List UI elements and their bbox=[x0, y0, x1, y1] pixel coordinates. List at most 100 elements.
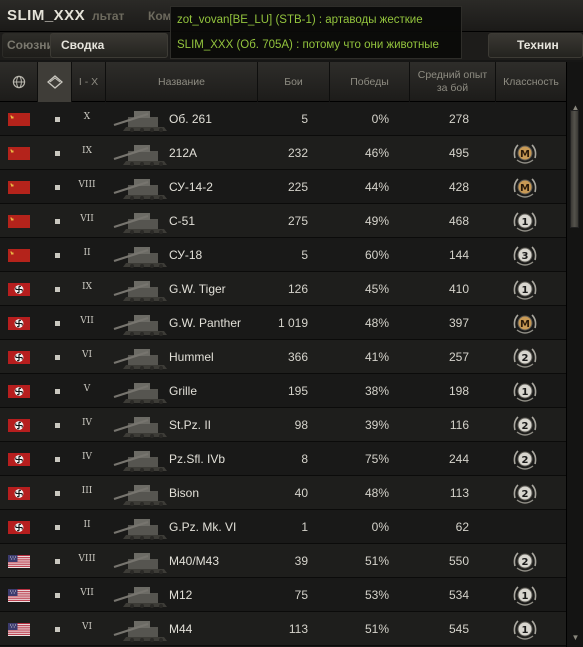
win-rate: 0% bbox=[371, 520, 389, 534]
tab-team-partial[interactable]: Ком bbox=[148, 9, 171, 23]
battles-count: 126 bbox=[287, 282, 308, 296]
win-rate: 60% bbox=[364, 248, 389, 262]
type-filter-button[interactable] bbox=[38, 62, 72, 102]
tier-label: IX bbox=[82, 146, 92, 156]
scroll-down-icon[interactable]: ▼ bbox=[567, 632, 583, 644]
sort-avgxp-header[interactable]: Средний опыт за бой bbox=[410, 62, 496, 102]
win-rate: 39% bbox=[364, 418, 389, 432]
svg-text:M: M bbox=[520, 319, 530, 330]
table-row[interactable]: IX G.W. Tiger 126 45% 410 1 bbox=[0, 272, 566, 306]
battles-count: 5 bbox=[301, 112, 308, 126]
battles-count: 40 bbox=[294, 486, 308, 500]
svg-text:1: 1 bbox=[522, 625, 529, 636]
window-title: SLIM_XXX bbox=[7, 7, 86, 24]
battles-count: 75 bbox=[294, 588, 308, 602]
sort-mastery-header[interactable]: Классность bbox=[496, 62, 566, 102]
avg-xp: 257 bbox=[448, 350, 469, 364]
table-header: I - X Название Бои Победы Средний опыт з… bbox=[0, 62, 566, 102]
avg-xp: 428 bbox=[448, 180, 469, 194]
battles-count: 113 bbox=[288, 622, 308, 636]
vehicle-name: СУ-18 bbox=[169, 248, 203, 262]
tab-results-partial[interactable]: льтат bbox=[92, 9, 124, 23]
spg-class-icon bbox=[55, 559, 60, 564]
vehicle-name: G.W. Tiger bbox=[169, 282, 226, 296]
spg-class-icon bbox=[55, 321, 60, 326]
nation-filter-button[interactable] bbox=[0, 62, 38, 102]
svg-text:2: 2 bbox=[522, 353, 529, 364]
spg-class-icon bbox=[55, 389, 60, 394]
table-row[interactable]: X Об. 261 5 0% 278 bbox=[0, 102, 566, 136]
svg-text:M: M bbox=[520, 183, 530, 194]
vehicle-name: M12 bbox=[169, 588, 193, 602]
chat-message: zot_vovan[BE_LU] (STB-1) : артаводы жест… bbox=[177, 14, 423, 26]
spg-class-icon bbox=[55, 627, 60, 632]
table-row[interactable]: VII G.W. Panther 1 019 48% 397 M bbox=[0, 306, 566, 340]
svg-text:1: 1 bbox=[522, 285, 529, 296]
tier-label: VII bbox=[80, 588, 94, 598]
sort-battles-header[interactable]: Бои bbox=[258, 62, 330, 102]
table-row[interactable]: IX 212A 232 46% 495 M bbox=[0, 136, 566, 170]
avg-xp: 244 bbox=[448, 452, 469, 466]
tier-label: V bbox=[83, 384, 91, 394]
battles-count: 98 bbox=[294, 418, 308, 432]
avg-xp: 468 bbox=[448, 214, 469, 228]
avg-xp: 550 bbox=[448, 554, 469, 568]
tier-label: VI bbox=[81, 350, 93, 360]
win-rate: 46% bbox=[364, 146, 389, 160]
sort-wins-header[interactable]: Победы bbox=[330, 62, 410, 102]
spg-class-icon bbox=[55, 185, 60, 190]
table-row[interactable]: VII С-51 275 49% 468 1 bbox=[0, 204, 566, 238]
svg-text:1: 1 bbox=[522, 591, 529, 602]
vehicle-name: M44 bbox=[169, 622, 193, 636]
avg-xp: 62 bbox=[455, 520, 469, 534]
avg-xp: 495 bbox=[448, 146, 469, 160]
svg-text:2: 2 bbox=[522, 455, 529, 466]
table-row[interactable]: IV St.Pz. II 98 39% 116 2 bbox=[0, 408, 566, 442]
tier-label: IV bbox=[81, 452, 93, 462]
spg-class-icon bbox=[55, 457, 60, 462]
vehicle-class-icon bbox=[46, 75, 63, 89]
scrollbar-thumb[interactable] bbox=[570, 110, 579, 228]
table-row[interactable]: II СУ-18 5 60% 144 3 bbox=[0, 238, 566, 272]
tier-label: X bbox=[83, 112, 91, 122]
battles-count: 232 bbox=[287, 146, 308, 160]
tier-label: II bbox=[83, 248, 91, 258]
table-row[interactable]: IV Pz.Sfl. IVb 8 75% 244 2 bbox=[0, 442, 566, 476]
table-row[interactable]: VIII СУ-14-2 225 44% 428 M bbox=[0, 170, 566, 204]
svg-text:1: 1 bbox=[522, 387, 529, 398]
vehicle-name: 212A bbox=[169, 146, 198, 160]
table-row[interactable]: II G.Pz. Mk. VI 1 0% 62 bbox=[0, 510, 566, 544]
battles-count: 366 bbox=[287, 350, 308, 364]
table-row[interactable]: III Bison 40 48% 113 2 bbox=[0, 476, 566, 510]
table-row[interactable]: VII M12 75 53% 534 1 bbox=[0, 578, 566, 612]
avg-xp: 278 bbox=[448, 112, 469, 126]
tier-label: VIII bbox=[78, 554, 96, 564]
svg-text:2: 2 bbox=[522, 421, 529, 432]
win-rate: 48% bbox=[364, 316, 389, 330]
battles-count: 195 bbox=[287, 384, 308, 398]
battles-count: 5 bbox=[301, 248, 308, 262]
vehicle-name: G.W. Panther bbox=[169, 316, 242, 330]
avg-xp: 397 bbox=[448, 316, 469, 330]
scrollbar[interactable]: ▲ ▼ bbox=[566, 62, 583, 647]
table-row[interactable]: VI M44 113 51% 545 1 bbox=[0, 612, 566, 646]
table-row[interactable]: V Grille 195 38% 198 1 bbox=[0, 374, 566, 408]
battles-count: 39 bbox=[294, 554, 308, 568]
table-row[interactable]: VI Hummel 366 41% 257 2 bbox=[0, 340, 566, 374]
spg-class-icon bbox=[55, 593, 60, 598]
avg-xp: 198 bbox=[448, 384, 469, 398]
chat-message: SLIM_XXX (Об. 705А) : потому что они жив… bbox=[177, 39, 439, 51]
win-rate: 38% bbox=[364, 384, 389, 398]
win-rate: 45% bbox=[364, 282, 389, 296]
vehicle-name: M40/M43 bbox=[169, 554, 220, 568]
sort-name-header[interactable]: Название bbox=[106, 62, 258, 102]
spg-class-icon bbox=[55, 219, 60, 224]
table-row[interactable]: VIII M40/M43 39 51% 550 2 bbox=[0, 544, 566, 578]
sort-tier-header[interactable]: I - X bbox=[72, 62, 106, 102]
tab-tech[interactable]: Технин bbox=[488, 33, 583, 58]
tab-summary[interactable]: Сводка bbox=[50, 33, 168, 58]
tier-label: VI bbox=[81, 622, 93, 632]
tier-label: VII bbox=[80, 214, 94, 224]
spg-class-icon bbox=[55, 151, 60, 156]
battles-count: 225 bbox=[287, 180, 308, 194]
